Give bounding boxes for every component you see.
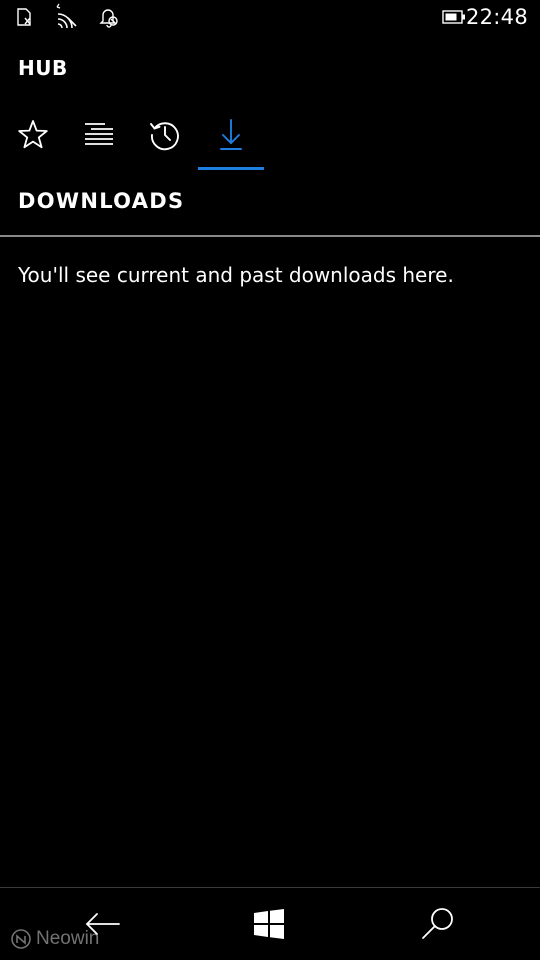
battery-icon [442, 10, 466, 24]
history-icon [148, 110, 182, 152]
star-icon [16, 110, 50, 152]
neowin-logo-icon [10, 928, 36, 950]
page-title: HUB [18, 56, 68, 80]
tab-reading-list[interactable] [66, 110, 132, 170]
status-bar: 22:48 [0, 0, 540, 36]
start-button[interactable] [250, 904, 290, 944]
hub-tabs [0, 110, 540, 170]
windows-start-icon [250, 904, 290, 944]
section-title: DOWNLOADS [18, 189, 185, 213]
wifi-signal-icon [54, 2, 80, 28]
tab-favorites[interactable] [0, 110, 66, 170]
quiet-hours-icon [98, 6, 120, 28]
divider [0, 235, 540, 237]
empty-state-message: You'll see current and past downloads he… [18, 263, 454, 287]
reading-list-icon [82, 110, 116, 152]
sim-card-icon [14, 6, 36, 28]
tab-downloads[interactable] [198, 110, 264, 170]
active-tab-indicator [198, 167, 264, 170]
watermark-text: Neowin [36, 928, 100, 949]
search-button[interactable] [418, 904, 458, 944]
download-icon [214, 110, 248, 152]
watermark: Neowin [10, 926, 99, 952]
search-icon [418, 904, 458, 944]
clock: 22:48 [465, 5, 528, 29]
tab-history[interactable] [132, 110, 198, 170]
